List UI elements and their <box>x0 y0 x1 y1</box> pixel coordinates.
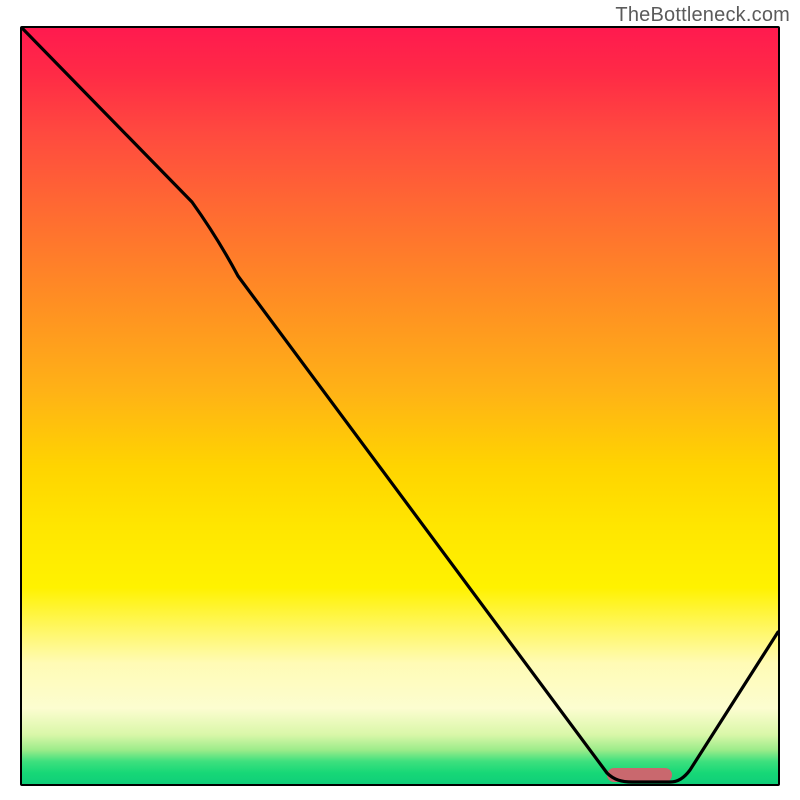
curve-path <box>22 28 778 782</box>
chart-plot-area <box>20 26 780 786</box>
chart-container: TheBottleneck.com <box>0 0 800 800</box>
watermark-label: TheBottleneck.com <box>615 4 790 27</box>
bottleneck-curve <box>22 28 778 784</box>
